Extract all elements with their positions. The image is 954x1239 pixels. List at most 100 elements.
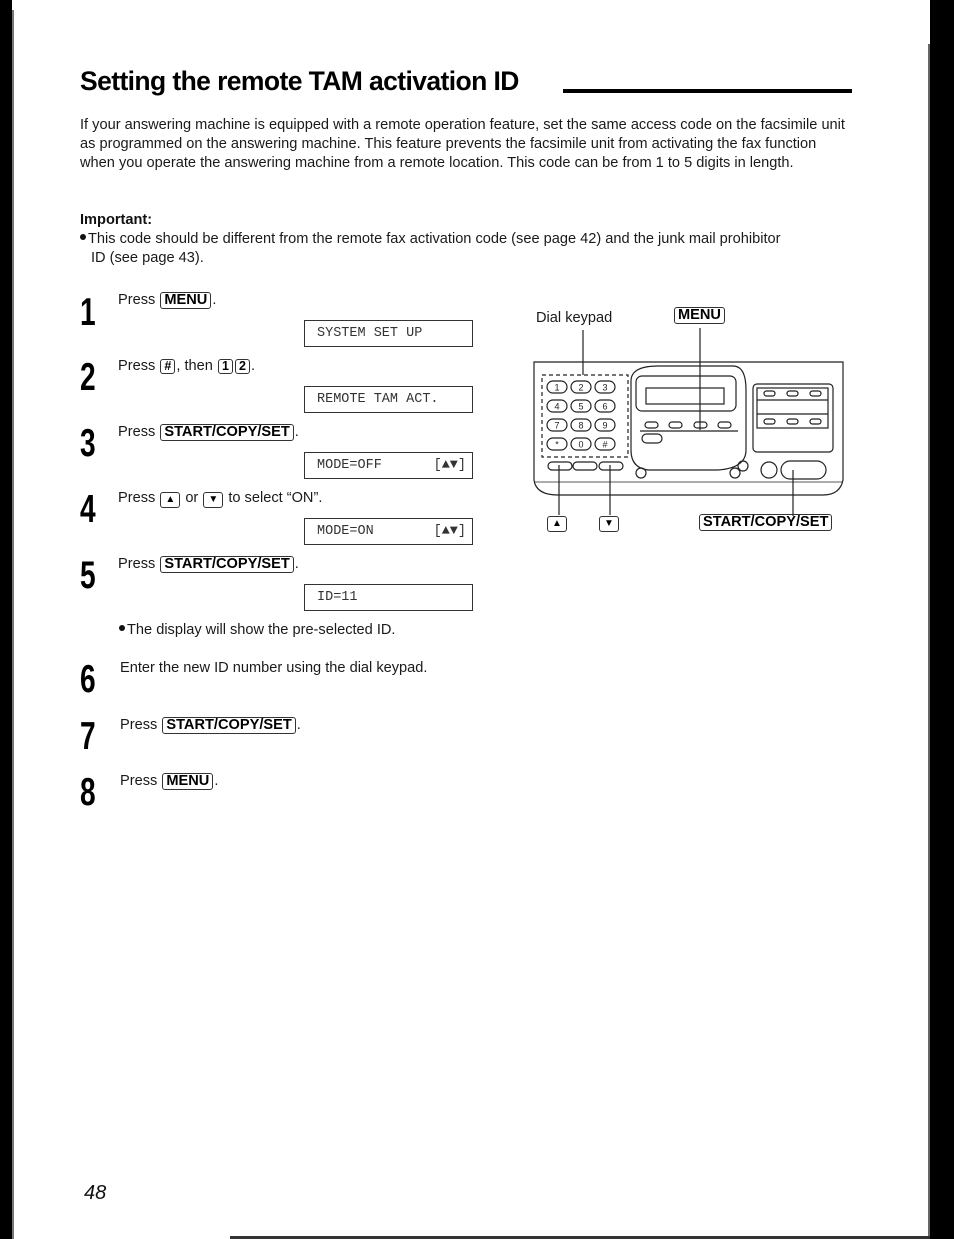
function-button-2	[668, 421, 683, 429]
step-text-suffix: .	[294, 556, 299, 572]
bullet-icon	[80, 234, 86, 240]
step-1-text: Press MENU.	[118, 292, 216, 309]
center-button	[572, 461, 598, 471]
scan-edge-left	[0, 0, 12, 1239]
keypad-key-label: 2	[578, 383, 583, 393]
menu-key: MENU	[160, 292, 212, 309]
step-text-suffix: .	[212, 292, 217, 308]
important-line-1: This code should be different from the r…	[88, 231, 781, 247]
bullet-icon	[119, 625, 125, 631]
lcd-text: SYSTEM SET UP	[317, 326, 423, 341]
lcd-arrows: [▲▼]	[433, 524, 466, 539]
step-8-text: Press MENU.	[120, 773, 218, 790]
digit-1-key: 1	[217, 359, 233, 374]
step-number: 7	[80, 715, 96, 758]
step-text-prefix: Press	[120, 773, 162, 789]
down-arrow-key: ▼	[203, 492, 224, 508]
keypad-key-label: 8	[578, 421, 583, 431]
step-number: 4	[80, 488, 96, 531]
note-text: The display will show the pre-selected I…	[127, 622, 396, 638]
memory-keys-block	[756, 387, 829, 429]
step-number: 2	[80, 356, 96, 399]
start-copy-set-key: START/COPY/SET	[162, 717, 296, 734]
keypad-key-label: 3	[602, 383, 607, 393]
step-text-suffix: .	[250, 358, 255, 374]
lcd-display: REMOTE TAM ACT.	[304, 386, 473, 413]
function-button-4	[717, 421, 732, 429]
up-button	[547, 461, 573, 471]
digit-2-key: 2	[234, 359, 250, 374]
keypad-key-label: 1	[554, 383, 559, 393]
page-number: 48	[84, 1182, 107, 1204]
page-title: Setting the remote TAM activation ID	[80, 66, 519, 96]
display-pod	[630, 365, 747, 471]
title-rule	[563, 89, 852, 93]
lcd-text: MODE=OFF	[317, 458, 382, 473]
lcd-display: MODE=OFF [▲▼]	[304, 452, 473, 479]
volume-up-button	[737, 460, 749, 472]
menu-key: MENU	[162, 773, 214, 790]
step-text-suffix: .	[214, 773, 219, 789]
important-heading: Important:	[80, 212, 153, 228]
step-text-middle: or	[181, 490, 203, 506]
intro-paragraph: If your answering machine is equipped wi…	[80, 117, 845, 172]
scan-edge-right-shade	[928, 44, 930, 1239]
keypad-buttons: 1 2 3 4 5 6 7 8 9 * 0 #	[546, 380, 616, 451]
scan-edge-right	[930, 0, 954, 1239]
lcd-text: MODE=ON	[317, 524, 374, 539]
keypad-key-label: 6	[602, 402, 607, 412]
volume-down-button	[729, 467, 741, 479]
step-text-prefix: Press	[118, 490, 160, 506]
lcd-display: ID=11	[304, 584, 473, 611]
step-text-suffix: .	[296, 717, 301, 733]
step-5-text: Press START/COPY/SET.	[118, 556, 299, 573]
step-number: 6	[80, 658, 96, 701]
step-text-prefix: Press	[118, 292, 160, 308]
fax-control-panel-diagram: Dial keypad MENU ▲ ▼ START/COPY/SET 1234…	[528, 300, 858, 545]
step-number: 3	[80, 422, 96, 465]
control-panel-drawing: 1 2 3 4 5 6 7 8 9 * 0 #	[533, 328, 844, 516]
speaker-button	[641, 433, 663, 444]
keypad-key-label: 4	[554, 402, 559, 412]
step-6-text: Enter the new ID number using the dial k…	[120, 660, 428, 676]
section-heading: Setting the remote TAM activation ID	[80, 66, 852, 102]
step-number: 8	[80, 771, 96, 814]
start-copy-set-key: START/COPY/SET	[160, 424, 294, 441]
lcd-arrows: [▲▼]	[433, 458, 466, 473]
step-text-prefix: Press	[118, 424, 160, 440]
lcd-text: ID=11	[317, 590, 358, 605]
step-number: 5	[80, 554, 96, 597]
step-2-text: Press #, then 12.	[118, 358, 255, 374]
step-5-note: The display will show the pre-selected I…	[119, 622, 395, 638]
step-text-prefix: Press	[118, 358, 160, 374]
up-arrow-key: ▲	[160, 492, 181, 508]
keypad-key-label: 0	[578, 440, 583, 450]
important-note: This code should be different from the r…	[80, 230, 855, 268]
down-button	[598, 461, 624, 471]
start-copy-set-button	[780, 460, 827, 480]
scan-edge-left-shade	[12, 10, 14, 1239]
stop-button	[760, 461, 778, 479]
lcd-text: REMOTE TAM ACT.	[317, 392, 439, 407]
keypad-key-label: 9	[602, 421, 607, 431]
step-number: 1	[80, 291, 96, 334]
important-line-2: ID (see page 43).	[91, 250, 204, 267]
step-text-suffix: to select “ON”.	[224, 490, 323, 506]
start-copy-set-key: START/COPY/SET	[160, 556, 294, 573]
lcd-display: MODE=ON [▲▼]	[304, 518, 473, 545]
step-3-text: Press START/COPY/SET.	[118, 424, 299, 441]
step-text-suffix: .	[294, 424, 299, 440]
step-text-prefix: Press	[118, 556, 160, 572]
hash-key: #	[160, 359, 176, 374]
display-bezel	[635, 375, 737, 412]
small-round-button	[635, 467, 647, 479]
step-4-text: Press ▲ or ▼ to select “ON”.	[118, 490, 322, 508]
function-button-1	[644, 421, 659, 429]
lcd-display: SYSTEM SET UP	[304, 320, 473, 347]
keypad-key-label: 7	[554, 421, 559, 431]
step-text-prefix: Press	[120, 717, 162, 733]
keypad-key-label: *	[555, 440, 559, 450]
lcd-window	[645, 387, 725, 405]
keypad-key-label: 5	[578, 402, 583, 412]
keypad-key-label: #	[602, 440, 607, 450]
